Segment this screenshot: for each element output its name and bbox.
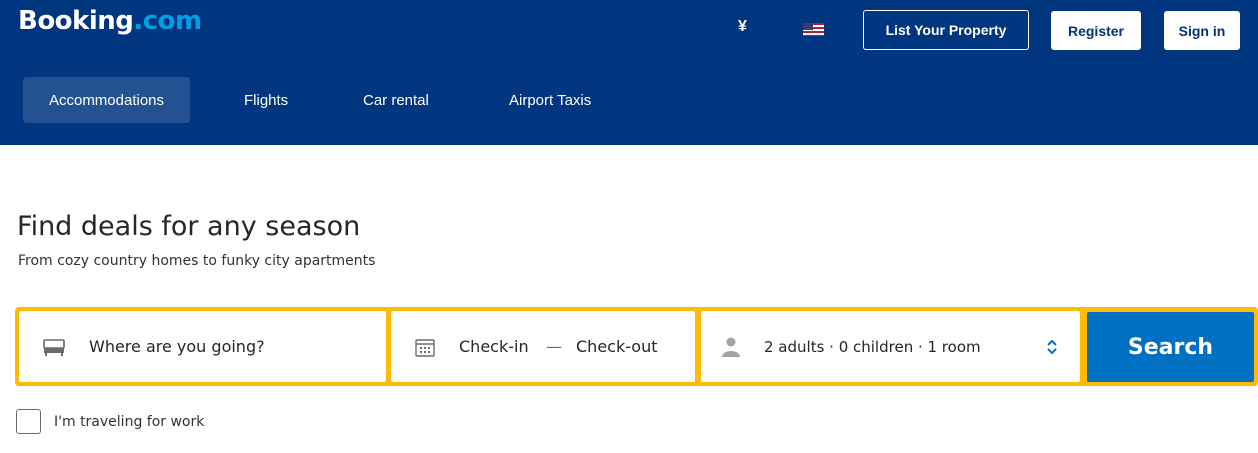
checkout-label[interactable]: Check-out [576, 311, 658, 382]
list-property-button[interactable]: List Your Property [863, 10, 1029, 50]
destination-field[interactable]: Where are you going? [19, 311, 386, 382]
work-travel-checkbox[interactable] [16, 409, 41, 434]
date-separator: — [546, 337, 562, 356]
currency-selector[interactable]: ¥ [738, 18, 747, 36]
sign-in-button[interactable]: Sign in [1164, 11, 1240, 50]
bed-icon [43, 339, 65, 356]
guests-field[interactable]: 2 adults · 0 children · 1 room [701, 311, 1080, 382]
booking-logo[interactable]: Booking.com [18, 6, 202, 36]
guests-summary[interactable]: 2 adults · 0 children · 1 room [764, 311, 981, 382]
search-bar: Where are you going? Check-in — Check-ou… [15, 307, 1258, 386]
work-travel-option[interactable]: I'm traveling for work [16, 409, 204, 434]
dates-field[interactable]: Check-in — Check-out [391, 311, 695, 382]
calendar-icon [415, 339, 435, 357]
nav-item-accommodations[interactable]: Accommodations [23, 77, 190, 123]
checkin-label[interactable]: Check-in [459, 311, 529, 382]
page-headline: Find deals for any season [17, 211, 361, 242]
search-button[interactable]: Search [1087, 312, 1254, 382]
page-subline: From cozy country homes to funky city ap… [18, 253, 376, 269]
destination-placeholder[interactable]: Where are you going? [89, 311, 265, 382]
top-header: Booking.com ¥ List Your Property Registe… [0, 0, 1258, 145]
us-flag-icon[interactable] [803, 23, 824, 36]
nav-item-airport-taxis[interactable]: Airport Taxis [497, 77, 603, 123]
nav-item-car-rental[interactable]: Car rental [351, 77, 441, 123]
work-travel-label[interactable]: I'm traveling for work [54, 414, 204, 430]
register-button[interactable]: Register [1051, 11, 1141, 50]
updown-chevron-icon[interactable] [1045, 338, 1059, 356]
person-icon [722, 337, 740, 357]
nav-item-flights[interactable]: Flights [232, 77, 300, 123]
